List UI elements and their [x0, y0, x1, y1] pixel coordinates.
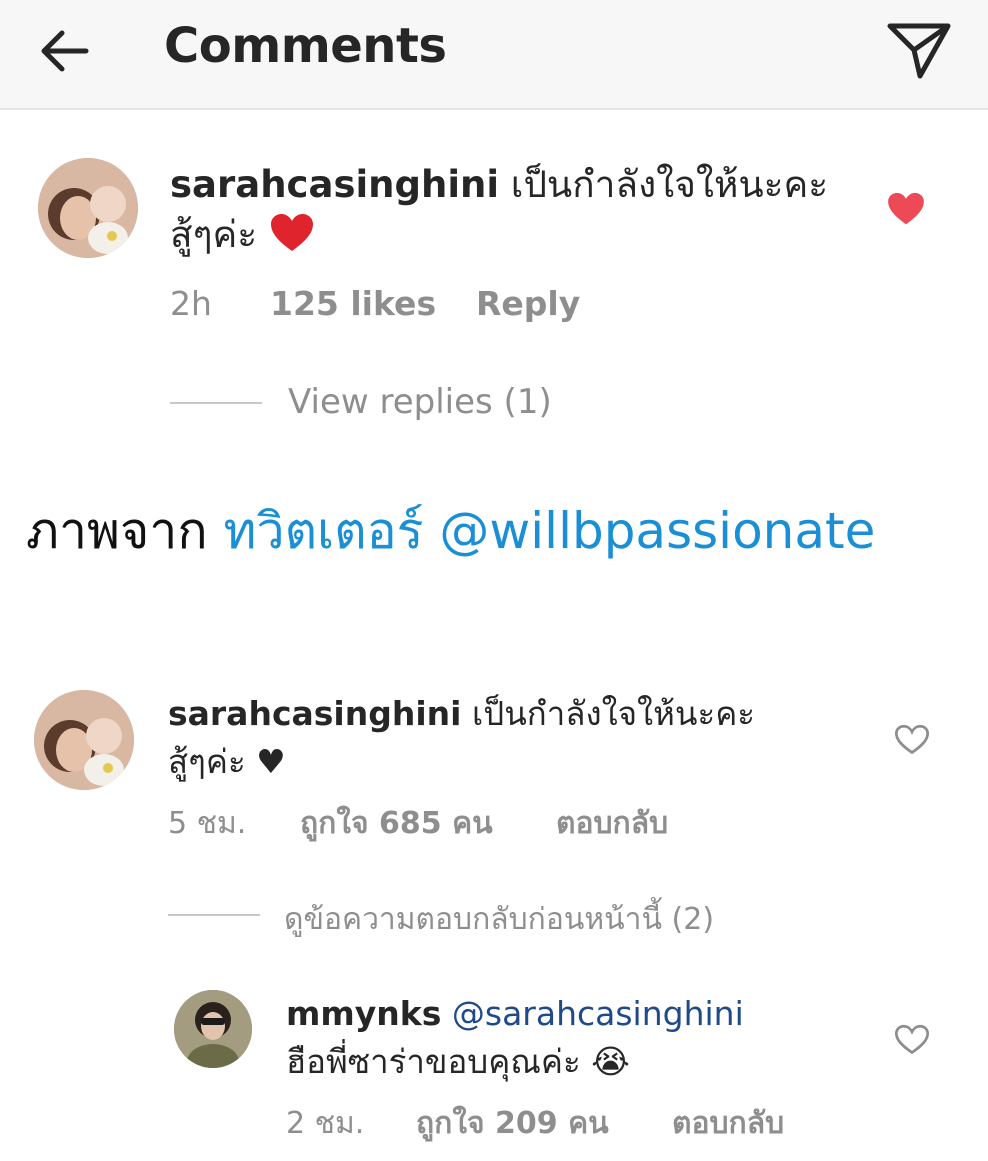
back-arrow-icon[interactable] [34, 20, 96, 82]
reply-meta: 2 ชม. ถูกใจ 209 คน ตอบกลับ [286, 1100, 886, 1141]
comment-meta: 2h 125 likes Reply [170, 284, 770, 324]
heart-emoji-icon [270, 214, 313, 251]
like-heart-outline-icon[interactable] [894, 724, 930, 756]
reply-time: 2 ชม. [286, 1106, 365, 1141]
like-heart-icon[interactable] [886, 192, 926, 226]
page-title: Comments [164, 18, 447, 74]
image-caption: ภาพจาก ทวิตเตอร์ @willbpassionate [26, 492, 875, 571]
comment-time: 2h [170, 284, 212, 323]
reply-button[interactable]: ตอบกลับ [556, 800, 668, 847]
comment-text: sarahcasinghini เป็นกำลังใจให้นะคะ สู้ๆค… [170, 160, 870, 260]
reply-mention-link[interactable]: @sarahcasinghini [452, 994, 744, 1033]
comment-username[interactable]: sarahcasinghini [168, 694, 461, 733]
comment-text: sarahcasinghini เป็นกำลังใจให้นะคะ สู้ๆค… [168, 690, 868, 786]
comment-likes[interactable]: ถูกใจ 685 คน [300, 800, 493, 847]
avatar[interactable] [174, 990, 252, 1068]
reply-body: ฮือพี่ซาร่าขอบคุณค่ะ [286, 1042, 581, 1081]
crying-face-emoji: 😭 [591, 1042, 630, 1081]
comment-emoji [269, 213, 315, 256]
reply-username[interactable]: mmynks [286, 994, 441, 1033]
comment-likes[interactable]: 125 likes [270, 284, 436, 323]
reply-button[interactable]: Reply [476, 284, 580, 323]
comment-body-line2: สู้ๆค่ะ [170, 213, 258, 256]
comment-body-line1: เป็นกำลังใจให้นะคะ [510, 163, 829, 206]
reply-text: mmynks @sarahcasinghini ฮือพี่ซาร่าขอบคุ… [286, 990, 886, 1086]
view-replies-label[interactable]: View replies (1) [288, 382, 552, 422]
comment-body-line1: เป็นกำลังใจให้นะคะ [471, 694, 755, 733]
comment-meta: 5 ชม. ถูกใจ 685 คน ตอบกลับ [168, 800, 768, 841]
divider-line [170, 402, 262, 404]
black-heart-emoji: ♥ [256, 742, 286, 781]
comment-username[interactable]: sarahcasinghini [170, 163, 499, 206]
view-previous-replies[interactable]: ดูข้อความตอบกลับก่อนหน้านี้ (2) [168, 896, 808, 937]
avatar[interactable] [38, 158, 138, 258]
avatar[interactable] [34, 690, 134, 790]
reply-button[interactable]: ตอบกลับ [672, 1100, 784, 1147]
caption-prefix: ภาพจาก [26, 502, 208, 560]
app-header: Comments [0, 0, 988, 110]
comment-body-line2: สู้ๆค่ะ [168, 742, 246, 781]
view-replies-label[interactable]: ดูข้อความตอบกลับก่อนหน้านี้ (2) [284, 896, 714, 943]
caption-source-link[interactable]: ทวิตเตอร์ @willbpassionate [224, 502, 876, 560]
divider-line [168, 914, 260, 916]
comment-time: 5 ชม. [168, 806, 247, 841]
like-heart-outline-icon[interactable] [894, 1024, 930, 1056]
view-replies[interactable]: View replies (1) [170, 382, 670, 426]
direct-send-icon[interactable] [884, 16, 954, 82]
reply-likes[interactable]: ถูกใจ 209 คน [416, 1100, 609, 1147]
